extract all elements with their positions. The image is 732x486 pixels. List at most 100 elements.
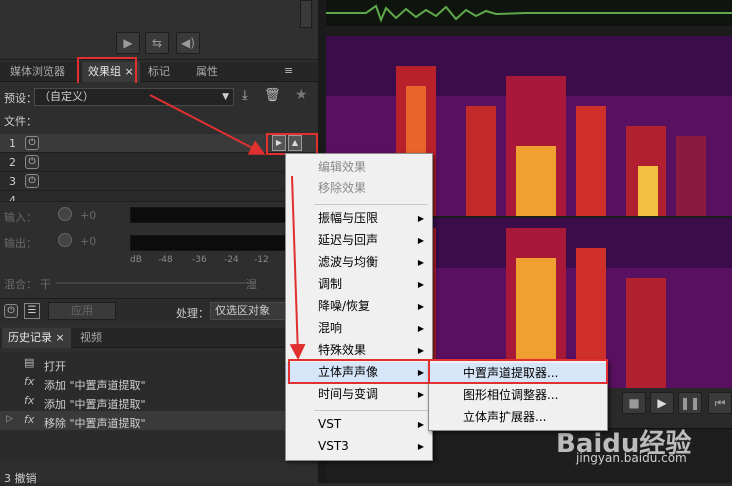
menu-item-label: 滤波与均衡 [318,255,379,269]
fx-icon: fx [24,413,35,426]
menu-item-label: 振幅与压限 [318,211,379,225]
submenu-arrow-icon: ▶ [417,236,424,245]
input-value: +0 [80,209,97,222]
history-item-label: 打开 [44,360,66,373]
preset-select[interactable]: （自定义） ▼ [34,88,234,106]
output-knob[interactable] [58,233,72,247]
highlight-box-slot-arrow [266,133,318,155]
menu-item-label: 延迟与回声 [318,233,379,247]
mix-dry-label: 干 [40,278,51,291]
play-icon[interactable]: ▶ [116,32,140,54]
menu-item-label: VST [318,417,342,431]
slot-number: 2 [9,156,16,169]
history-item[interactable]: fx 添加 "中置声道提取" [0,392,318,411]
loop-icon[interactable]: ⇆ [145,32,169,54]
history-list: ▤ 打开 fx 添加 "中置声道提取" fx 添加 "中置声道提取" ▷ fx … [0,352,318,462]
power-icon[interactable]: ⏻ [25,155,39,169]
input-label: 输入： [4,211,37,224]
menu-item-label: 移除效果 [318,181,367,195]
scroll-handle[interactable] [300,0,312,28]
history-item-label: 移除 "中置声道提取" [44,417,146,430]
output-label: 输出： [4,237,37,250]
process-select[interactable]: 仅选区对象 [210,302,286,320]
doc-icon: ▤ [24,356,35,369]
menu-item-reverb[interactable]: 混响 ▶ [286,318,432,339]
history-item[interactable]: fx 添加 "中置声道提取" [0,373,318,392]
input-meter [130,207,290,223]
menu-item-remove-effect[interactable]: 移除效果 [286,178,432,199]
undo-status: 3 撤销 [4,472,37,485]
panel-tabs: 媒体浏览器 效果组 × 标记 属性 ≡ [0,62,318,82]
output-value: +0 [80,235,97,248]
submenu-arrow-icon: ▶ [417,280,424,289]
history-item-label: 添加 "中置声道提取" [44,379,146,392]
menu-item-filter[interactable]: 滤波与均衡 ▶ [286,252,432,273]
history-item[interactable]: ▤ 打开 [0,354,318,373]
submenu-item-stereo-expander[interactable]: 立体声扩展器... [429,407,607,428]
tab-history[interactable]: 历史记录 × [2,328,71,348]
effect-slot-3[interactable]: 3 ⏻ [0,172,318,191]
tab-video[interactable]: 视频 [74,328,108,348]
apply-button[interactable]: 应用 [48,302,116,320]
history-tabs: 历史记录 × 视频 [0,328,318,348]
skip-start-icon[interactable]: ⏮ [708,392,732,414]
play-icon[interactable]: ▶ [650,392,674,414]
menu-item-noise-reduction[interactable]: 降噪/恢复 ▶ [286,296,432,317]
menu-item-label: VST3 [318,439,349,453]
tab-markers[interactable]: 标记 [142,62,176,82]
file-label: 文件： [4,115,37,128]
tab-media-browser[interactable]: 媒体浏览器 [4,62,71,82]
fx-icon: fx [24,375,35,388]
menu-item-amplitude[interactable]: 振幅与压限 ▶ [286,208,432,229]
slot-number: 4 [9,194,16,202]
menu-item-time-pitch[interactable]: 时间与变调 ▶ [286,384,432,405]
menu-item-modulation[interactable]: 调制 ▶ [286,274,432,295]
menu-item-vst3[interactable]: VST3 ▶ [286,436,432,457]
power-icon[interactable]: ⏻ [25,136,39,150]
menu-item-vst[interactable]: VST ▶ [286,414,432,435]
menu-item-label: 降噪/恢复 [318,299,371,313]
rack-footer: ⏻ ☰ 应用 处理： 仅选区对象 [0,298,318,322]
master-power-icon[interactable]: ⏻ [4,304,18,318]
tab-properties[interactable]: 属性 [190,62,224,82]
waveform-overview[interactable] [326,0,732,26]
preset-label: 预设： [4,92,37,105]
power-icon[interactable]: ⏻ [25,174,39,188]
fx-icon: fx [24,394,35,407]
speaker-icon[interactable]: ◀) [176,32,200,54]
panel-menu-icon[interactable]: ≡ [284,64,293,77]
history-item-current[interactable]: ▷ fx 移除 "中置声道提取" [0,411,318,430]
menu-item-edit-effect[interactable]: 编辑效果 [286,157,432,178]
current-state-arrow-icon: ▷ [6,414,13,424]
star-icon[interactable]: ★ [295,87,308,103]
list-icon[interactable]: ☰ [24,303,40,319]
submenu-arrow-icon: ▶ [417,302,424,311]
slot-number: 1 [9,137,16,150]
output-meter [130,235,290,251]
menu-item-label: 混响 [318,321,343,335]
effect-slot-2[interactable]: 2 ⏻ [0,153,318,172]
menu-item-label: 特殊效果 [318,343,367,357]
preset-value: （自定义） [39,90,94,103]
db-tick: -12 [254,255,269,265]
menu-separator [314,410,428,411]
pause-icon[interactable]: ❚❚ [678,392,702,414]
submenu-arrow-icon: ▶ [417,346,424,355]
menu-item-delay[interactable]: 延迟与回声 ▶ [286,230,432,251]
input-knob[interactable] [58,207,72,221]
db-tick: -36 [192,255,207,265]
submenu-arrow-icon: ▶ [417,420,424,429]
save-preset-icon[interactable]: ⤓ [242,88,248,103]
stop-icon[interactable]: ■ [622,392,646,414]
trash-icon[interactable]: 🗑 [264,88,281,103]
waveform-svg [326,4,732,23]
process-label: 处理： [176,307,209,320]
highlight-box-center-extractor [428,359,608,384]
effect-slot-4[interactable]: 4 [0,191,318,202]
submenu-arrow-icon: ▶ [417,324,424,333]
menu-separator [314,204,428,205]
mix-slider[interactable] [56,282,256,284]
highlight-box-stereo-imagery [288,359,430,384]
submenu-item-graphic-phase-shifter[interactable]: 图形相位调整器... [429,385,607,406]
menu-item-special[interactable]: 特殊效果 ▶ [286,340,432,361]
